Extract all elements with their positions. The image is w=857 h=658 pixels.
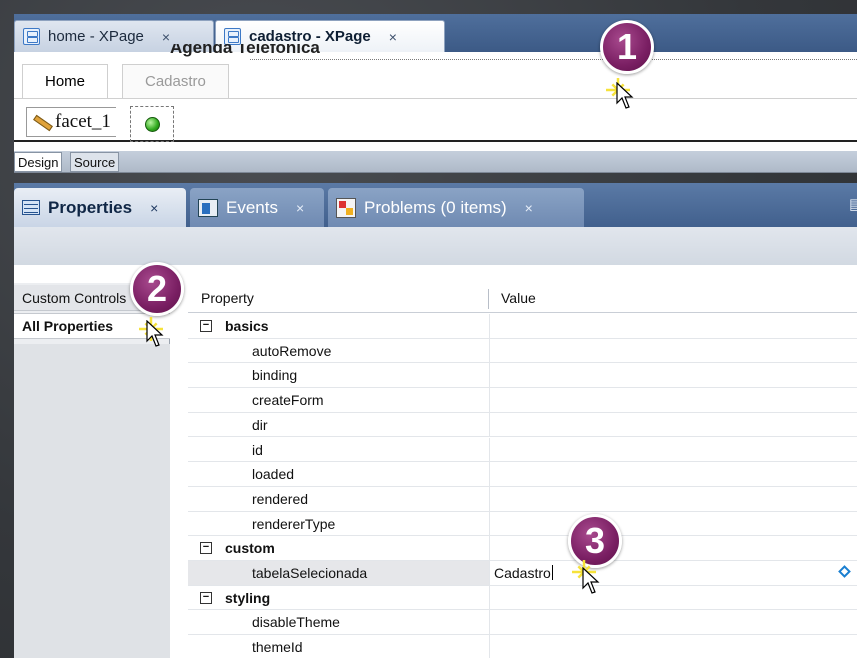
- tab-source[interactable]: Source: [70, 152, 120, 172]
- column-separator: [489, 388, 490, 412]
- tab-events-label: Events: [226, 197, 278, 217]
- property-row[interactable]: rendererType: [188, 511, 857, 537]
- collapse-icon[interactable]: −: [200, 542, 212, 555]
- property-name: rendererType: [252, 515, 336, 532]
- tab-problems-label: Problems (0 items): [364, 197, 507, 217]
- properties-icon: [22, 200, 40, 215]
- column-header-value[interactable]: Value: [501, 290, 536, 306]
- property-name: tabelaSelecionada: [252, 565, 368, 581]
- facet-control[interactable]: facet_1: [26, 107, 116, 137]
- tab-design-label: Design: [18, 154, 59, 170]
- property-name: dir: [252, 416, 268, 433]
- column-separator: [489, 412, 490, 437]
- tab-problems[interactable]: Problems (0 items) ×: [328, 188, 584, 227]
- column-separator: [489, 314, 490, 338]
- column-separator: [489, 363, 490, 388]
- nav-label: Custom Controls: [22, 289, 127, 306]
- property-name: id: [252, 441, 263, 458]
- property-row[interactable]: autoRemove: [188, 338, 857, 364]
- close-icon[interactable]: ×: [162, 29, 170, 45]
- nav-empty-area: [14, 344, 170, 658]
- column-divider[interactable]: [488, 289, 489, 309]
- property-row[interactable]: binding: [188, 363, 857, 389]
- property-row[interactable]: dir: [188, 412, 857, 438]
- text-caret: [551, 565, 553, 580]
- editor-tab-bar: home - XPage × cadastro - XPage ×: [14, 14, 857, 52]
- column-separator: [489, 462, 490, 486]
- problems-icon: [336, 197, 356, 218]
- property-name: disableTheme: [252, 614, 340, 631]
- cc-tab-label: Home: [45, 73, 86, 90]
- tab-source-label: Source: [74, 154, 116, 170]
- column-separator: [489, 486, 490, 511]
- column-separator: [489, 437, 490, 462]
- close-icon[interactable]: ×: [150, 200, 158, 216]
- tab-properties-label: Properties: [48, 197, 133, 217]
- cc-tab-label: Cadastro: [145, 73, 206, 90]
- status-dot-icon: [144, 116, 160, 132]
- property-group-row[interactable]: − styling: [188, 585, 857, 611]
- cc-tab-home[interactable]: Home: [22, 64, 109, 98]
- property-row[interactable]: id: [188, 437, 857, 463]
- nav-label: All Properties: [22, 318, 114, 334]
- property-group-label: custom: [225, 540, 275, 557]
- cc-tab-cadastro[interactable]: Cadastro: [122, 64, 229, 98]
- property-group-row[interactable]: − basics: [188, 314, 857, 339]
- mouse-cursor-icon: [582, 567, 600, 594]
- editor-tab-label: cadastro - XPage: [249, 28, 371, 45]
- editor-tab-label: home - XPage: [48, 28, 144, 45]
- events-icon: [198, 198, 218, 217]
- step-callout-2: 2: [130, 262, 184, 316]
- view-menu-icon[interactable]: ▤: [849, 195, 857, 211]
- property-value-input[interactable]: Cadastro: [494, 565, 553, 581]
- tab-design[interactable]: Design: [14, 152, 63, 172]
- column-separator: [489, 585, 490, 610]
- property-row[interactable]: createForm: [188, 388, 857, 413]
- pencil-icon: [32, 114, 52, 130]
- xpage-icon: [23, 28, 40, 45]
- close-icon[interactable]: ×: [296, 200, 304, 216]
- facet-label: facet_1: [55, 111, 111, 132]
- collapse-icon[interactable]: −: [200, 320, 212, 332]
- column-separator: [489, 338, 490, 363]
- column-separator: [489, 511, 490, 536]
- close-icon[interactable]: ×: [525, 200, 533, 216]
- column-separator: [489, 536, 490, 560]
- property-name: loaded: [252, 466, 295, 483]
- page-heading: Agenda Telefonica: [170, 44, 320, 57]
- property-name: createForm: [252, 392, 324, 409]
- property-row[interactable]: disableTheme: [188, 610, 857, 636]
- design-source-bar: Design Source: [14, 151, 857, 173]
- property-group-label: styling: [225, 589, 271, 606]
- property-name: binding: [252, 367, 298, 384]
- grid-header: Property Value: [188, 287, 857, 313]
- close-icon[interactable]: ×: [389, 29, 397, 45]
- xpage-icon: [224, 28, 241, 45]
- property-row[interactable]: rendered: [188, 486, 857, 512]
- mouse-cursor-icon: [146, 320, 164, 347]
- property-row[interactable]: tabelaSelecionada Cadastro: [188, 561, 857, 586]
- properties-toolbar: [14, 227, 857, 265]
- step-callout-1: 1: [600, 20, 654, 74]
- panel-border: [250, 59, 857, 60]
- collapse-icon[interactable]: −: [200, 591, 212, 604]
- column-separator: [489, 610, 490, 635]
- property-name: rendered: [252, 490, 309, 507]
- tab-properties[interactable]: Properties ×: [14, 188, 186, 227]
- tab-events[interactable]: Events ×: [190, 188, 324, 227]
- editable-area[interactable]: [130, 106, 174, 142]
- property-row[interactable]: themeId: [188, 635, 857, 658]
- column-separator: [489, 635, 490, 658]
- property-name: autoRemove: [252, 342, 332, 359]
- column-header-property[interactable]: Property: [201, 290, 254, 306]
- property-name: themeId: [252, 639, 303, 656]
- property-row[interactable]: loaded: [188, 462, 857, 487]
- views-tab-bar: Properties × Events × Problems (0 items)…: [14, 183, 857, 227]
- mouse-cursor-icon: [616, 82, 634, 109]
- property-group-label: basics: [225, 318, 269, 334]
- column-separator: [489, 561, 490, 585]
- property-group-row[interactable]: − custom: [188, 536, 857, 561]
- property-value-text: Cadastro: [494, 565, 551, 581]
